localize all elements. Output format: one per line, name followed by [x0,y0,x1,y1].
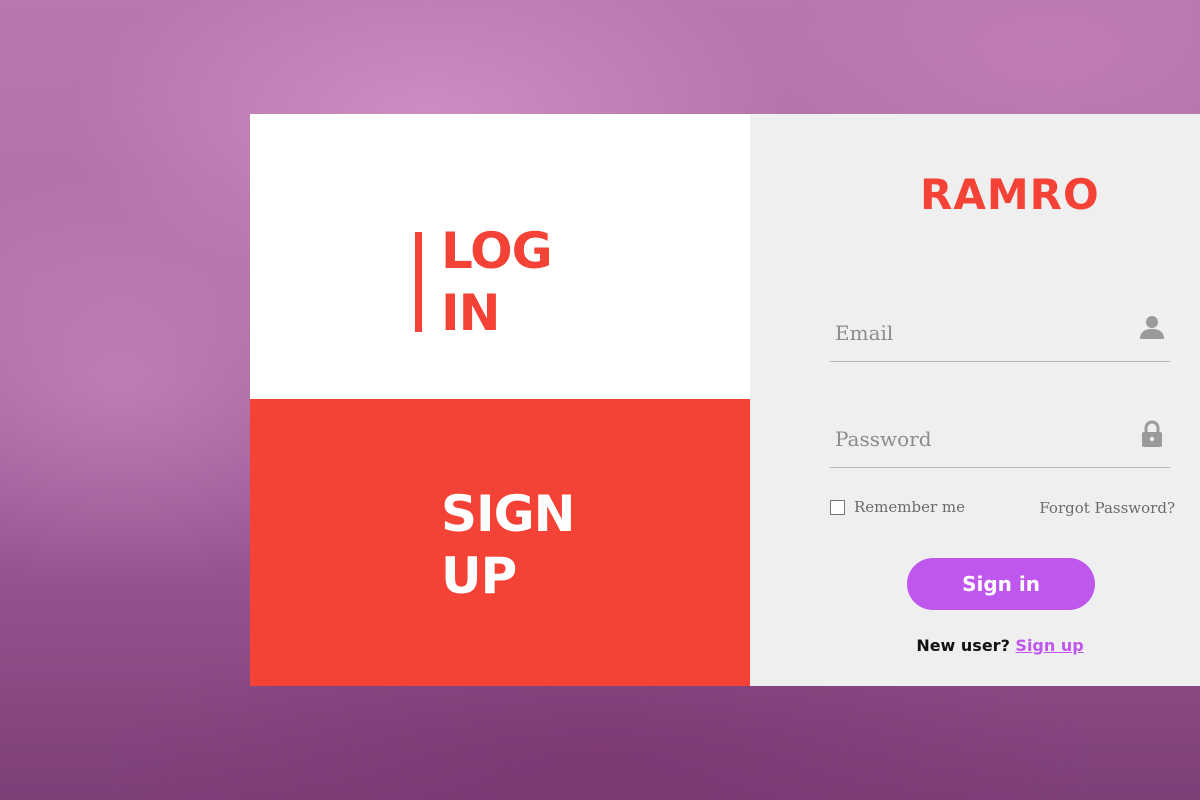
form-options: Remember me Forgot Password? [830,498,1175,520]
sign-in-button[interactable]: Sign in [907,558,1095,610]
email-field [830,311,1170,362]
remember-me-label: Remember me [854,498,966,516]
remember-me-checkbox[interactable] [830,499,845,515]
password-input[interactable] [830,417,1125,461]
signup-tab-title: SIGN UP [441,483,575,607]
new-user-prompt: New user? Sign up [750,636,1200,655]
signup-tab-line1: SIGN [441,485,575,543]
login-tab-title: LOG IN [441,220,553,344]
new-user-text: New user? [916,636,1010,655]
signup-tab[interactable]: SIGN UP [250,399,750,686]
active-tab-indicator [415,232,422,332]
auth-tabs-panel: LOG IN SIGN UP [250,114,750,686]
remember-me-option[interactable]: Remember me [830,498,965,516]
brand-logo: RAMRO [920,170,1100,219]
forgot-password-link[interactable]: Forgot Password? [1039,499,1175,517]
signup-tab-line2: UP [441,547,517,605]
login-tab-line1: LOG [441,222,553,280]
login-tab-line2: IN [441,284,500,342]
user-icon [1138,313,1166,343]
email-input[interactable] [830,311,1125,355]
password-field [830,417,1170,468]
login-tab[interactable]: LOG IN [250,114,750,399]
login-form-panel: RAMRO Remember me Forgot Password? Sign … [750,114,1200,686]
lock-icon [1138,419,1166,449]
sign-up-link[interactable]: Sign up [1015,636,1083,655]
